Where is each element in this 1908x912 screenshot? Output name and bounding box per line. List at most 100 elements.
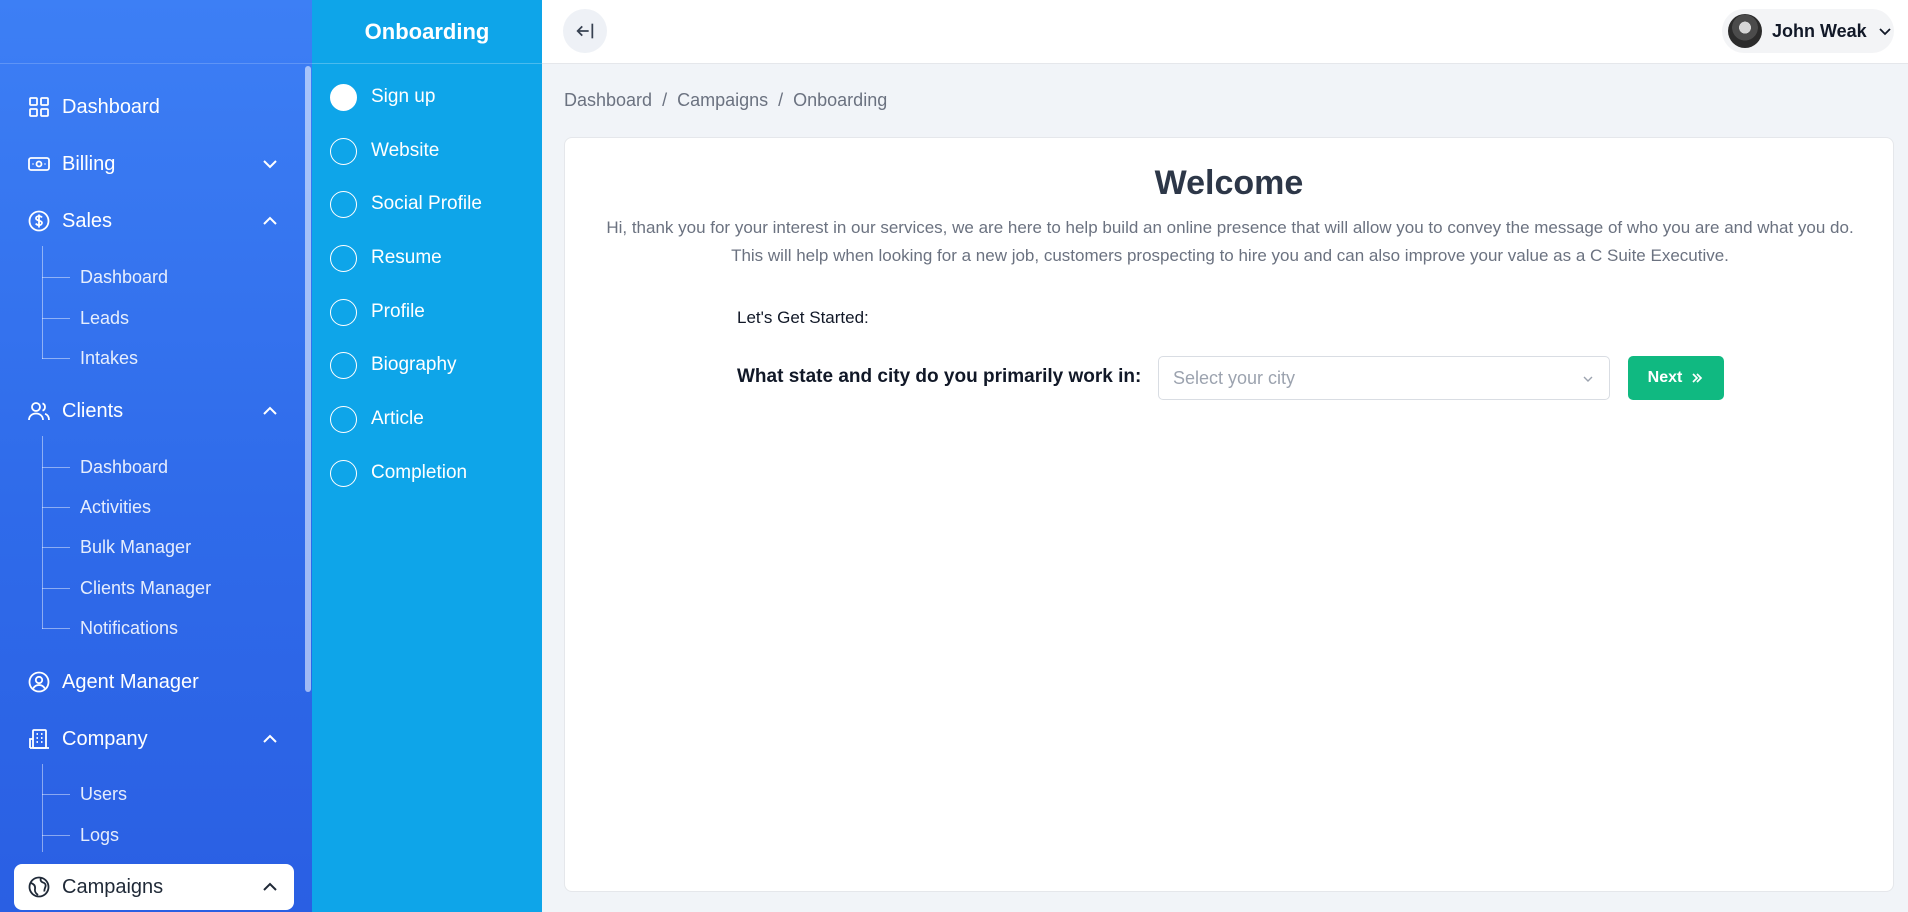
chevron-up-icon: [263, 734, 277, 743]
breadcrumb: Dashboard / Campaigns / Onboarding: [564, 90, 887, 111]
tree-line: [42, 764, 43, 852]
dashboard-grid-icon: [26, 94, 52, 120]
sidebar-subitem-clients-dashboard[interactable]: Dashboard: [80, 452, 168, 482]
city-select-placeholder: Select your city: [1173, 367, 1296, 388]
top-header: John Weak: [542, 0, 1908, 64]
step-label: Biography: [371, 354, 457, 375]
step-social-profile[interactable]: Social Profile: [330, 188, 482, 220]
tree-tick: [42, 358, 70, 359]
user-circle-icon: [26, 669, 52, 695]
sidebar-subitem-clients-notifications[interactable]: Notifications: [80, 613, 178, 643]
tree-tick: [42, 835, 70, 836]
chevron-up-icon: [263, 406, 277, 415]
sidebar-item-label: Agent Manager: [62, 670, 199, 693]
step-indicator: [330, 190, 357, 218]
step-biography[interactable]: Biography: [330, 349, 457, 381]
step-indicator: [330, 244, 357, 272]
sidebar-item-label: Sales: [62, 209, 113, 232]
billing-card-icon: [26, 151, 52, 177]
step-complete-indicator: [330, 83, 357, 111]
tree-tick: [42, 277, 70, 278]
chevron-up-icon: [263, 216, 277, 225]
step-indicator: [330, 459, 357, 487]
sidebar-item-label: Company: [62, 727, 148, 750]
sidebar-subitem-sales-leads[interactable]: Leads: [80, 303, 129, 333]
step-label: Social Profile: [371, 193, 482, 214]
sidebar: Dashboard Billing Sales Dashboard Leads …: [0, 0, 312, 912]
sidebar-subitem-clients-activities[interactable]: Activities: [80, 492, 151, 522]
sidebar-scrollbar[interactable]: [305, 66, 311, 692]
sidebar-item-label: Clients: [62, 399, 124, 422]
next-button-label: Next: [1647, 369, 1683, 386]
tree-tick: [42, 467, 70, 468]
tree-tick: [42, 628, 70, 629]
step-resume[interactable]: Resume: [330, 242, 442, 274]
sidebar-item-campaigns[interactable]: Campaigns: [14, 864, 294, 910]
tree-tick: [42, 547, 70, 548]
step-indicator: [330, 137, 357, 165]
stepper-title: Onboarding: [312, 0, 542, 64]
step-label: Article: [371, 408, 424, 429]
sidebar-item-agent-manager[interactable]: Agent Manager: [14, 659, 294, 705]
sidebar-item-billing[interactable]: Billing: [14, 141, 294, 187]
chevron-up-icon: [263, 882, 277, 891]
sidebar-subitem-company-logs[interactable]: Logs: [80, 820, 119, 850]
intro-text: Hi, thank you for your interest in our s…: [606, 218, 1854, 265]
sidebar-subitem-sales-dashboard[interactable]: Dashboard: [80, 262, 168, 292]
onboarding-card: Welcome Hi, thank you for your interest …: [564, 137, 1894, 892]
step-website[interactable]: Website: [330, 135, 439, 167]
step-label: Completion: [371, 462, 468, 483]
sidebar-item-sales[interactable]: Sales: [14, 198, 294, 244]
chevron-down-icon: [1879, 28, 1891, 36]
sidebar-subitem-company-users[interactable]: Users: [80, 779, 127, 809]
tree-tick: [42, 318, 70, 319]
step-indicator: [330, 405, 357, 433]
tree-tick: [42, 794, 70, 795]
step-article[interactable]: Article: [330, 403, 424, 435]
tree-line: [42, 436, 43, 629]
breadcrumb-separator: /: [662, 90, 668, 110]
started-label: Let's Get Started:: [737, 308, 869, 327]
breadcrumb-onboarding: Onboarding: [793, 90, 888, 110]
breadcrumb-dashboard[interactable]: Dashboard: [564, 90, 652, 111]
user-menu[interactable]: John Weak: [1722, 9, 1894, 53]
building-icon: [26, 726, 52, 752]
sidebar-subitem-clients-bulk-manager[interactable]: Bulk Manager: [80, 532, 191, 562]
next-button[interactable]: Next: [1628, 356, 1724, 400]
city-select[interactable]: Select your city: [1158, 356, 1610, 400]
sidebar-subitem-clients-manager[interactable]: Clients Manager: [80, 573, 211, 603]
collapse-sidebar-button[interactable]: [563, 9, 607, 53]
step-sign-up[interactable]: Sign up: [330, 81, 435, 113]
chevron-down-icon: [1583, 376, 1593, 382]
step-completion[interactable]: Completion: [330, 457, 467, 489]
chevron-down-icon: [263, 160, 277, 169]
user-name: John Weak: [1772, 20, 1867, 41]
sidebar-item-label: Dashboard: [62, 95, 160, 118]
breadcrumb-separator: /: [778, 90, 784, 110]
step-label: Sign up: [371, 86, 436, 107]
step-indicator: [330, 351, 357, 379]
sidebar-item-dashboard[interactable]: Dashboard: [14, 84, 294, 130]
sidebar-logo-area: [0, 0, 312, 64]
city-question-label: What state and city do you primarily wor…: [737, 366, 1142, 387]
globe-icon: [26, 874, 52, 900]
step-label: Resume: [371, 247, 442, 268]
step-indicator: [330, 298, 357, 326]
avatar: [1728, 14, 1762, 48]
tree-line: [42, 246, 43, 359]
step-label: Website: [371, 140, 440, 161]
users-icon: [26, 398, 52, 424]
sidebar-item-company[interactable]: Company: [14, 716, 294, 762]
collapse-left-icon: [576, 23, 594, 39]
sidebar-subitem-sales-intakes[interactable]: Intakes: [80, 343, 138, 373]
step-label: Profile: [371, 301, 425, 322]
step-profile[interactable]: Profile: [330, 296, 425, 328]
sidebar-item-label: Campaigns: [62, 875, 164, 898]
breadcrumb-campaigns[interactable]: Campaigns: [677, 90, 768, 111]
page-title: Welcome: [1154, 164, 1304, 202]
tree-tick: [42, 507, 70, 508]
onboarding-stepper: Onboarding Sign up Website Social Profil…: [312, 0, 542, 912]
dollar-circle-icon: [26, 208, 52, 234]
sidebar-item-clients[interactable]: Clients: [14, 388, 294, 434]
tree-tick: [42, 588, 70, 589]
